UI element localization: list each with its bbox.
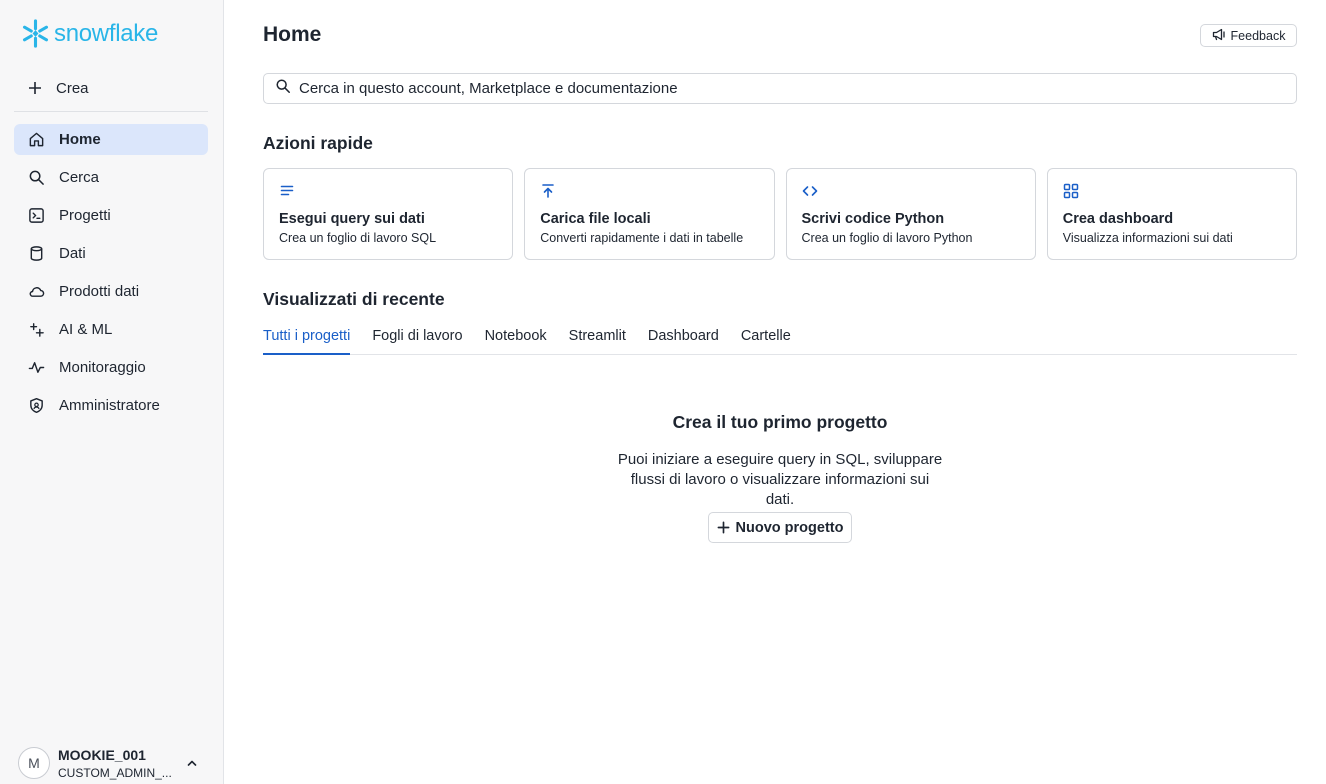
tab-all-projects[interactable]: Tutti i progetti [263,320,351,355]
card-desc: Crea un foglio di lavoro Python [801,231,973,245]
sidebar-item-projects[interactable]: Progetti [14,200,208,231]
empty-state: Crea il tuo primo progetto Puoi iniziare… [520,412,1040,510]
database-icon [27,245,45,263]
sidebar-item-data-products[interactable]: Prodotti dati [14,276,208,307]
global-search[interactable] [263,73,1297,104]
tab-dashboards[interactable]: Dashboard [648,320,719,355]
quick-action-query[interactable]: Esegui query sui dati Crea un foglio di … [263,168,514,260]
plus-icon [717,521,729,534]
search-icon [27,169,45,187]
sidebar-item-label: Progetti [59,207,111,224]
sidebar-item-ai-ml[interactable]: AI & ML [14,314,208,345]
sidebar-divider [14,111,208,112]
sidebar-item-label: Cerca [59,169,100,186]
feedback-button[interactable]: Feedback [1200,24,1297,47]
card-desc: Visualizza informazioni sui dati [1062,231,1233,245]
quick-actions: Esegui query sui dati Crea un foglio di … [263,168,1297,260]
sidebar-item-label: Prodotti dati [59,283,140,300]
sidebar-item-search[interactable]: Cerca [14,162,208,193]
card-title: Carica file locali [540,211,651,227]
empty-state-description: Puoi iniziare a eseguire query in SQL, s… [617,451,943,508]
new-project-label: Nuovo progetto [735,519,844,536]
feedback-label: Feedback [1230,28,1286,43]
card-title: Esegui query sui dati [279,211,425,227]
sidebar-item-monitoring[interactable]: Monitoraggio [14,352,208,383]
snowflake-logo[interactable]: snowflake [20,18,158,49]
activity-icon [27,359,45,377]
grid-icon [1063,183,1078,199]
quick-action-dashboard[interactable]: Crea dashboard Visualizza informazioni s… [1046,168,1297,260]
card-title: Scrivi codice Python [801,211,945,227]
sparkle-icon [27,321,45,339]
projects-icon [27,207,45,225]
sidebar-item-label: Monitoraggio [59,359,146,376]
tab-folders[interactable]: Cartelle [741,320,791,355]
shield-icon [27,397,45,415]
sidebar-item-label: AI & ML [59,321,113,338]
sidebar-item-home[interactable]: Home [14,124,208,155]
create-label: Crea [56,79,89,97]
card-desc: Converti rapidamente i dati in tabelle [540,231,744,245]
user-role: CUSTOM_ADMIN_... [58,766,172,780]
search-input[interactable] [299,80,1279,97]
card-title: Crea dashboard [1062,211,1174,227]
snowflake-logo-icon [23,19,48,48]
search-icon [275,78,291,99]
sidebar: snowflake Crea Home Cerca Progetti Dati … [0,0,224,784]
quick-actions-title: Azioni rapide [263,133,373,153]
quick-action-python[interactable]: Scrivi codice Python Crea un foglio di l… [785,168,1036,260]
user-menu[interactable]: M MOOKIE_001 CUSTOM_ADMIN_... [18,744,214,784]
recent-title: Visualizzati di recente [263,289,445,309]
sidebar-item-label: Home [59,131,101,148]
plus-icon [29,82,41,94]
chevron-up-icon [186,756,198,774]
avatar: M [18,747,50,779]
lines-icon [280,185,294,196]
sidebar-item-label: Amministratore [59,397,160,414]
new-project-button[interactable]: Nuovo progetto [708,512,852,543]
tab-streamlit[interactable]: Streamlit [569,320,626,355]
logo-text: snowflake [54,19,159,47]
sidebar-item-admin[interactable]: Amministratore [14,390,208,421]
user-name: MOOKIE_001 [58,747,146,763]
sidebar-nav: Home Cerca Progetti Dati Prodotti dati A… [14,124,208,428]
tab-worksheets[interactable]: Fogli di lavoro [372,320,462,355]
code-icon [802,186,817,196]
create-button[interactable]: Crea [14,72,208,104]
recent-tabs: Tutti i progetti Fogli di lavoro Noteboo… [263,320,1297,355]
home-icon [27,131,45,149]
upload-icon [542,184,555,198]
empty-state-title: Crea il tuo primo progetto [672,412,888,432]
tab-notebooks[interactable]: Notebook [485,320,547,355]
quick-action-upload[interactable]: Carica file locali Converti rapidamente … [524,168,775,260]
sidebar-item-label: Dati [59,245,86,262]
page-title: Home [263,23,322,46]
megaphone-icon [1212,28,1227,44]
cloud-icon [27,283,45,301]
sidebar-item-data[interactable]: Dati [14,238,208,269]
card-desc: Crea un foglio di lavoro SQL [279,231,437,245]
